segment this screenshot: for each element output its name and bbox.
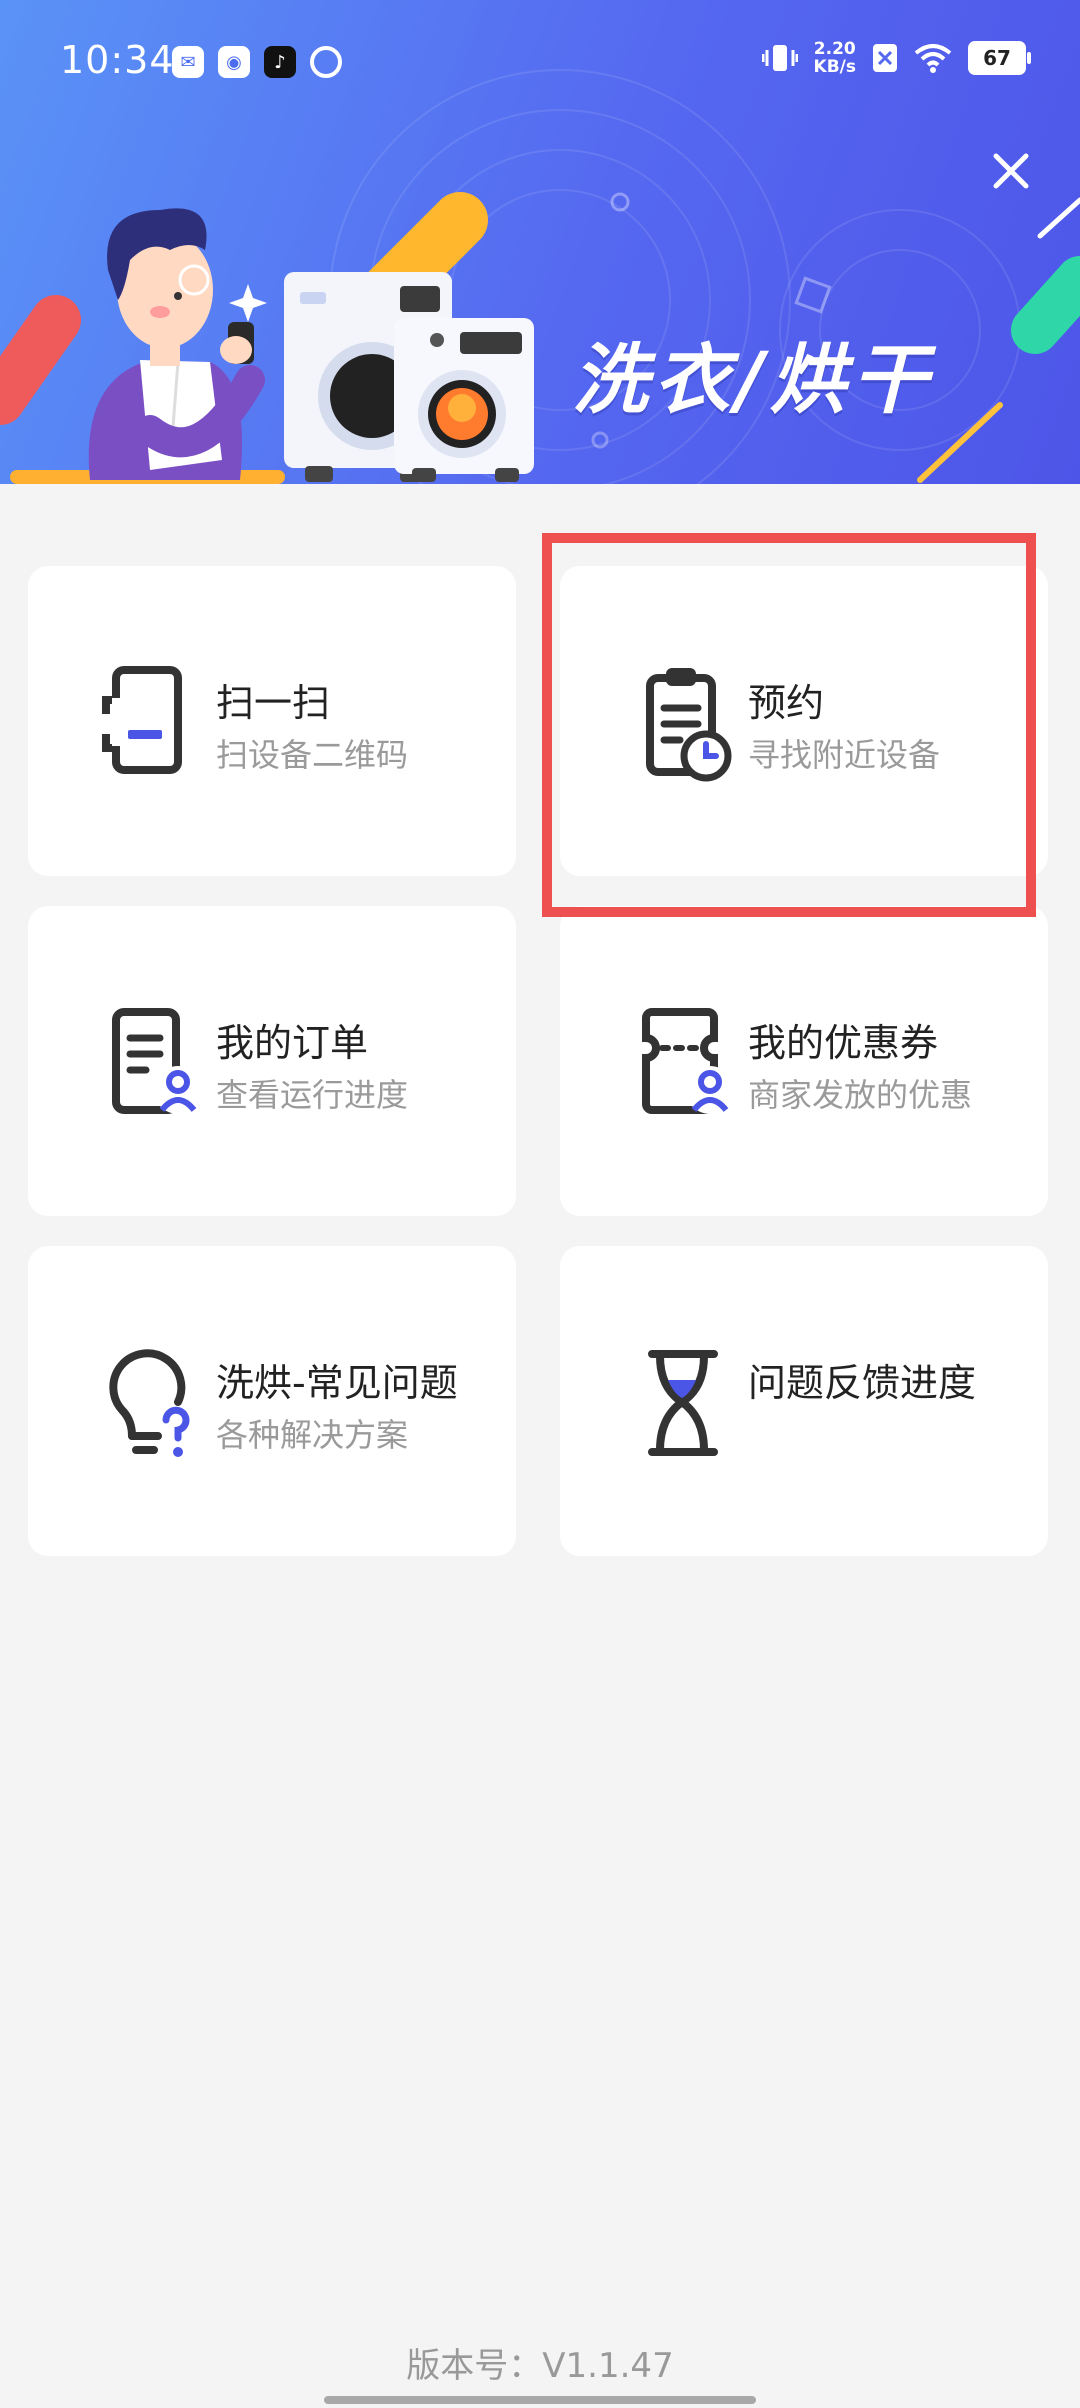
planet-app-icon [310,46,342,78]
feedback-progress-card[interactable]: 问题反馈进度 [560,1246,1048,1556]
banner-title: 洗衣/烘干 [572,335,934,424]
system-status: 2.20 KB/s 67 [761,39,1031,77]
card-subtitle: 商家发放的优惠 [748,1076,973,1114]
sim-x-icon [873,44,897,72]
scan-card[interactable]: 扫一扫 扫设备二维码 [28,566,516,876]
wifi-icon [914,44,952,73]
status-bar: 10:34 ✉ ◉ ♪ 2.20 KB/s 67 [0,0,1080,128]
my-coupons-card[interactable]: 我的优惠券 商家发放的优惠 [560,906,1048,1216]
header-banner: 10:34 ✉ ◉ ♪ 2.20 KB/s 67 洗衣/烘干 [0,0,1080,484]
card-title: 我的订单 [216,1021,369,1065]
highlight-box [542,533,1036,917]
notification-icons: ✉ ◉ ♪ [172,46,342,78]
home-indicator[interactable] [324,2396,756,2404]
status-time: 10:34 [60,38,175,82]
lightbulb-question-icon [109,1349,190,1457]
battery-indicator: 67 [968,41,1031,75]
card-title: 我的优惠券 [748,1021,939,1065]
card-subtitle: 查看运行进度 [216,1076,409,1114]
card-title: 扫一扫 [216,681,331,725]
coupon-user-icon [642,1008,734,1114]
chat-app-icon: ◉ [218,46,250,78]
faq-card[interactable]: 洗烘-常见问题 各种解决方案 [28,1246,516,1556]
card-subtitle: 扫设备二维码 [216,736,409,774]
mail-app-icon: ✉ [172,46,204,78]
card-title: 问题反馈进度 [748,1361,977,1405]
close-button[interactable] [986,150,1036,200]
tiktok-app-icon: ♪ [264,46,296,78]
vibrate-icon [761,45,798,71]
my-orders-card[interactable]: 我的订单 查看运行进度 [28,906,516,1216]
network-speed: 2.20 KB/s [813,39,856,77]
version-label: 版本号：V1.1.47 [406,2346,674,2386]
scan-phone-icon [102,666,182,774]
close-icon [993,153,1029,189]
card-subtitle: 各种解决方案 [216,1416,409,1454]
card-title: 洗烘-常见问题 [216,1361,458,1405]
hourglass-icon [648,1350,718,1456]
order-user-icon [112,1008,202,1114]
